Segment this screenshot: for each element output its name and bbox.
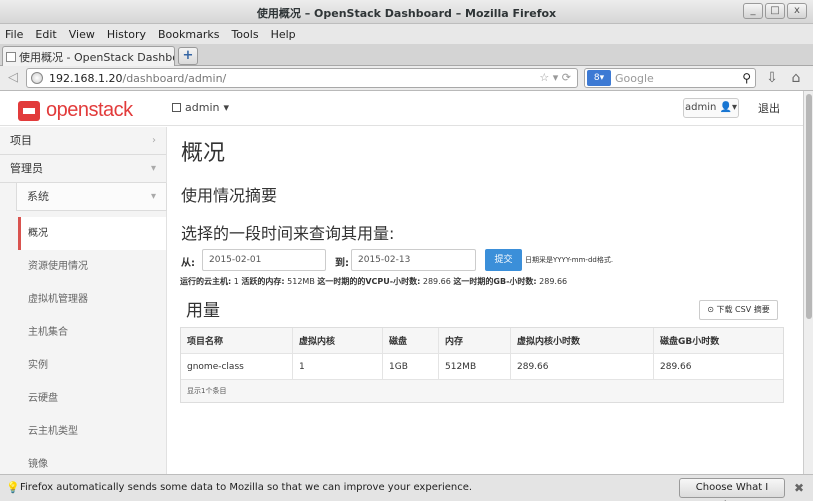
project-selector[interactable]: admin ▾ (172, 101, 229, 114)
site-identity-icon[interactable] (31, 72, 43, 84)
sidebar-item-resource-usage[interactable]: 资源使用情况 (0, 250, 166, 283)
usage-heading: 用量 (186, 301, 220, 321)
choose-what-i-share-button[interactable]: Choose What I Share (679, 478, 785, 501)
date-range-form: 从: 2015-02-01 到: 2015-02-13 提交 日期采是YYYY-… (180, 249, 790, 273)
column-header[interactable]: 磁盘 (383, 328, 439, 353)
menu-view[interactable]: View (68, 27, 96, 42)
user-name: admin (684, 102, 717, 113)
column-header[interactable]: 项目名称 (181, 328, 293, 353)
search-engine-icon[interactable]: 8▾ (587, 70, 611, 86)
sidebar-items: 概况 资源使用情况 虚拟机管理器 主机集合 实例 云硬盘 云主机类型 镜像 (0, 217, 166, 474)
chevron-down-icon: ▾ (150, 163, 156, 174)
user-icon: 👤▾ (719, 102, 737, 113)
sidebar-item-flavors[interactable]: 云主机类型 (0, 415, 166, 448)
from-date-input[interactable]: 2015-02-01 (202, 249, 326, 271)
page-favicon-icon (6, 51, 16, 62)
table-cell: 289.66 (660, 361, 692, 372)
bookmark-star-icon[interactable]: ☆ ▾ ⟳ (539, 71, 571, 84)
column-header[interactable]: 磁盘GB小时数 (654, 328, 783, 353)
search-icon[interactable]: ⚲ (742, 71, 751, 85)
sidebar-admin[interactable]: 管理员 ▾ (0, 155, 166, 183)
user-menu-button[interactable]: admin 👤▾ (683, 98, 739, 118)
table-cell: 1GB (383, 354, 439, 379)
search-input[interactable]: Google (615, 72, 654, 85)
sidebar-item-instances[interactable]: 实例 (0, 349, 166, 382)
to-date-input[interactable]: 2015-02-13 (351, 249, 476, 271)
project-name: admin (185, 101, 220, 114)
sidebar-project[interactable]: 项目 › (0, 127, 166, 155)
query-heading: 选择的一段时间来查询其用量: (181, 224, 395, 243)
openstack-logo[interactable]: openstack (18, 99, 133, 122)
chevron-right-icon: › (152, 135, 156, 146)
notification-bar: 💡 Firefox automatically sends some data … (0, 474, 813, 501)
menu-file[interactable]: File (4, 27, 24, 42)
caret-down-icon: ▾ (223, 101, 229, 114)
menu-help[interactable]: Help (270, 27, 297, 42)
page-viewport: openstack admin ▾ admin 👤▾ 退出 项目 › 管理员 ▾… (0, 91, 813, 474)
sidebar: 项目 › 管理员 ▾ 系统 ▾ 概况 资源使用情况 虚拟机管理器 主机集合 实例… (0, 127, 167, 474)
usage-table: 项目名称 虚拟内核 磁盘 内存 虚拟内核小时数 磁盘GB小时数 gnome-cl… (180, 327, 784, 403)
submit-button[interactable]: 提交 (485, 249, 522, 271)
sidebar-item-hypervisors[interactable]: 虚拟机管理器 (0, 283, 166, 316)
sidebar-item-images[interactable]: 镜像 (0, 448, 166, 474)
tab-title: 使用概况 - OpenStack Dashboard (19, 50, 174, 64)
close-window-button[interactable]: x (787, 3, 807, 19)
chevron-down-icon: ▾ (150, 191, 156, 202)
openstack-logo-icon (18, 100, 40, 121)
to-label: 到: (335, 258, 349, 269)
tab-bar: 使用概况 - OpenStack Dashboard + (0, 44, 813, 66)
main-content: 概况 使用情况摘要 选择的一段时间来查询其用量: 从: 2015-02-01 到… (180, 127, 790, 472)
url-bar[interactable]: 192.168.1.20/dashboard/admin/ ☆ ▾ ⟳ (26, 68, 578, 88)
column-header[interactable]: 内存 (439, 328, 511, 353)
search-bar[interactable]: 8▾ Google ⚲ (584, 68, 756, 88)
window-controls: _ □ x (743, 3, 807, 19)
menu-bookmarks[interactable]: Bookmarks (157, 27, 220, 42)
logo-text: openstack (46, 99, 133, 121)
sidebar-system[interactable]: 系统 ▾ (16, 183, 167, 211)
sidebar-item-host-aggregates[interactable]: 主机集合 (0, 316, 166, 349)
navigation-bar: ◁ 192.168.1.20/dashboard/admin/ ☆ ▾ ⟳ 8▾… (0, 66, 813, 91)
menu-edit[interactable]: Edit (34, 27, 57, 42)
notification-message: Firefox automatically sends some data to… (20, 482, 473, 493)
usage-summary-line: 运行的云主机: 1 活跃的内存: 512MB 这一时期的的VCPU-小时数: 2… (180, 277, 568, 286)
table-cell: 289.66 (511, 354, 654, 379)
download-csv-button[interactable]: ⊙ 下载 CSV 摘要 (699, 300, 778, 320)
home-icon[interactable]: ⌂ (787, 69, 805, 87)
sidebar-item-overview[interactable]: 概况 (18, 217, 166, 250)
back-arrow-icon[interactable]: ◁ (3, 69, 23, 87)
column-header[interactable]: 虚拟内核小时数 (511, 328, 654, 353)
download-icon: ⊙ (707, 305, 714, 314)
window-titlebar: 使用概况 – OpenStack Dashboard – Mozilla Fir… (0, 0, 813, 24)
browser-tab[interactable]: 使用概况 - OpenStack Dashboard (2, 46, 175, 66)
menu-history[interactable]: History (106, 27, 147, 42)
close-icon[interactable]: ✖ (794, 481, 804, 495)
table-cell: gnome-class (181, 354, 293, 379)
date-format-hint: 日期采是YYYY-mm-dd格式. (525, 256, 614, 264)
sidebar-item-volumes[interactable]: 云硬盘 (0, 382, 166, 415)
minimize-button[interactable]: _ (743, 3, 763, 19)
usage-summary-heading: 使用情况摘要 (181, 186, 278, 205)
maximize-button[interactable]: □ (765, 3, 785, 19)
from-label: 从: (181, 258, 195, 269)
project-icon (172, 103, 181, 112)
url-host: 192.168.1.20 (49, 71, 123, 85)
table-cell: 512MB (439, 354, 511, 379)
table-row: gnome-class 1 1GB 512MB 289.66 289.66 (181, 354, 783, 380)
download-icon[interactable]: ⇩ (763, 69, 781, 87)
url-path: /dashboard/admin/ (122, 71, 227, 85)
table-cell: 1 (293, 354, 383, 379)
menubar: File Edit View History Bookmarks Tools H… (0, 24, 813, 44)
page-title: 概况 (181, 141, 226, 166)
logout-link[interactable]: 退出 (758, 100, 780, 116)
table-header-row: 项目名称 虚拟内核 磁盘 内存 虚拟内核小时数 磁盘GB小时数 (181, 328, 783, 354)
table-footer: 显示1个条目 (181, 380, 783, 402)
lightbulb-icon: 💡 (6, 481, 20, 494)
scrollbar-thumb[interactable] (806, 94, 812, 319)
new-tab-button[interactable]: + (178, 47, 198, 65)
page-scrollbar[interactable] (803, 91, 813, 474)
window-title: 使用概况 – OpenStack Dashboard – Mozilla Fir… (256, 7, 557, 20)
column-header[interactable]: 虚拟内核 (293, 328, 383, 353)
openstack-header: openstack admin ▾ admin 👤▾ 退出 (0, 91, 803, 126)
menu-tools[interactable]: Tools (230, 27, 259, 42)
